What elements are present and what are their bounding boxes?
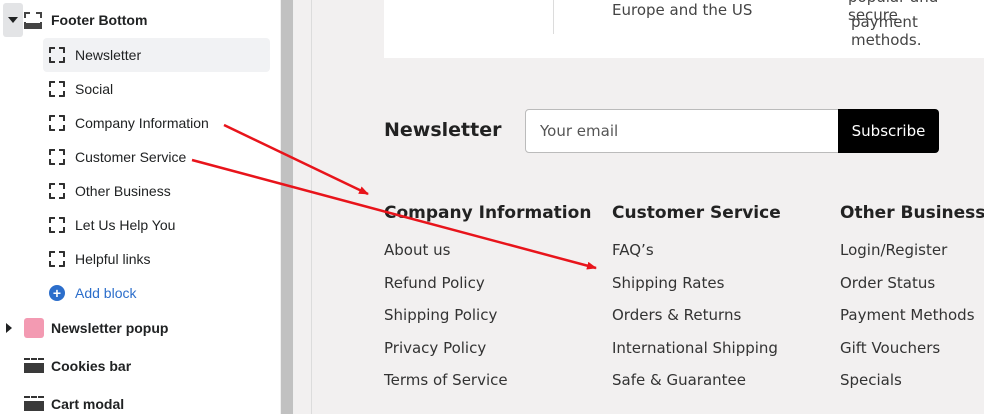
footer-link[interactable]: Refund Policy xyxy=(384,274,485,292)
block-label: Customer Service xyxy=(75,149,187,165)
bar-section-icon xyxy=(24,396,44,412)
footer-link[interactable]: Orders & Returns xyxy=(612,306,741,324)
block-label: Other Business xyxy=(75,183,171,199)
block-item-company-information[interactable]: Company Information xyxy=(43,106,270,140)
footer-link[interactable]: About us xyxy=(384,241,450,259)
pink-section-icon xyxy=(24,318,44,338)
bar-section-icon xyxy=(24,358,44,374)
block-item-other-business[interactable]: Other Business xyxy=(43,174,270,208)
block-dashed-icon xyxy=(49,183,65,199)
column-title-company-information: Company Information xyxy=(384,203,592,223)
newsletter-email-input[interactable]: Your email xyxy=(525,109,843,153)
block-label: Company Information xyxy=(75,115,209,131)
footer-link[interactable]: Payment Methods xyxy=(840,306,975,324)
chevron-down-icon xyxy=(8,17,18,23)
footer-link[interactable]: Terms of Service xyxy=(384,371,508,389)
footer-link[interactable]: Login/Register xyxy=(840,241,947,259)
column-title-customer-service: Customer Service xyxy=(612,203,781,223)
feature-text-shipping: Europe and the US xyxy=(612,1,753,19)
card-divider xyxy=(553,0,554,34)
section-footer-icon xyxy=(24,12,42,29)
block-item-helpful-links[interactable]: Helpful links xyxy=(43,242,270,276)
block-item-social[interactable]: Social xyxy=(43,72,270,106)
footer-link[interactable]: Shipping Policy xyxy=(384,306,497,324)
section-cookies-bar[interactable]: Cookies bar xyxy=(24,349,274,383)
block-label: Let Us Help You xyxy=(75,217,176,233)
footer-link[interactable]: Safe & Guarantee xyxy=(612,371,746,389)
block-label: Helpful links xyxy=(75,251,151,267)
section-newsletter-popup[interactable]: Newsletter popup xyxy=(24,311,274,345)
block-item-newsletter[interactable]: Newsletter xyxy=(43,38,270,72)
footer-link[interactable]: Specials xyxy=(840,371,902,389)
block-dashed-icon xyxy=(49,81,65,97)
preview-divider xyxy=(311,0,312,414)
block-dashed-icon xyxy=(49,217,65,233)
theme-editor-sidebar: Footer Bottom Newsletter Social Company … xyxy=(0,0,280,414)
section-footer-bottom[interactable]: Footer Bottom xyxy=(24,3,274,37)
block-label: Social xyxy=(75,81,114,97)
footer-link[interactable]: International Shipping xyxy=(612,339,778,357)
feature-text-payment-line2: payment methods. xyxy=(851,13,922,49)
chevron-right-icon xyxy=(6,323,12,333)
block-label: Newsletter xyxy=(75,47,142,63)
block-item-let-us-help-you[interactable]: Let Us Help You xyxy=(43,208,270,242)
subscribe-button[interactable]: Subscribe xyxy=(838,109,939,153)
section-label: Cart modal xyxy=(51,396,125,412)
block-dashed-icon xyxy=(49,115,65,131)
footer-link[interactable]: FAQ’s xyxy=(612,241,654,259)
block-dashed-icon xyxy=(49,149,65,165)
footer-link[interactable]: Order Status xyxy=(840,274,935,292)
footer-link[interactable]: Gift Vouchers xyxy=(840,339,940,357)
add-block-label: Add block xyxy=(75,285,137,301)
newsletter-title: Newsletter xyxy=(384,119,502,141)
section-cart-modal[interactable]: Cart modal xyxy=(24,387,274,414)
section-label: Cookies bar xyxy=(51,358,132,374)
expand-section-button[interactable] xyxy=(6,311,20,345)
section-label: Newsletter popup xyxy=(51,320,169,336)
collapse-section-button[interactable] xyxy=(3,3,23,37)
block-item-customer-service[interactable]: Customer Service xyxy=(43,140,270,174)
block-dashed-icon xyxy=(49,47,65,63)
plus-circle-icon: + xyxy=(49,285,65,301)
add-block-button[interactable]: + Add block xyxy=(43,276,270,310)
section-label: Footer Bottom xyxy=(51,12,148,28)
sidebar-scrollbar-thumb[interactable] xyxy=(281,0,293,414)
footer-link[interactable]: Shipping Rates xyxy=(612,274,724,292)
column-title-other-business: Other Business xyxy=(840,203,984,223)
footer-link[interactable]: Privacy Policy xyxy=(384,339,486,357)
block-dashed-icon xyxy=(49,251,65,267)
